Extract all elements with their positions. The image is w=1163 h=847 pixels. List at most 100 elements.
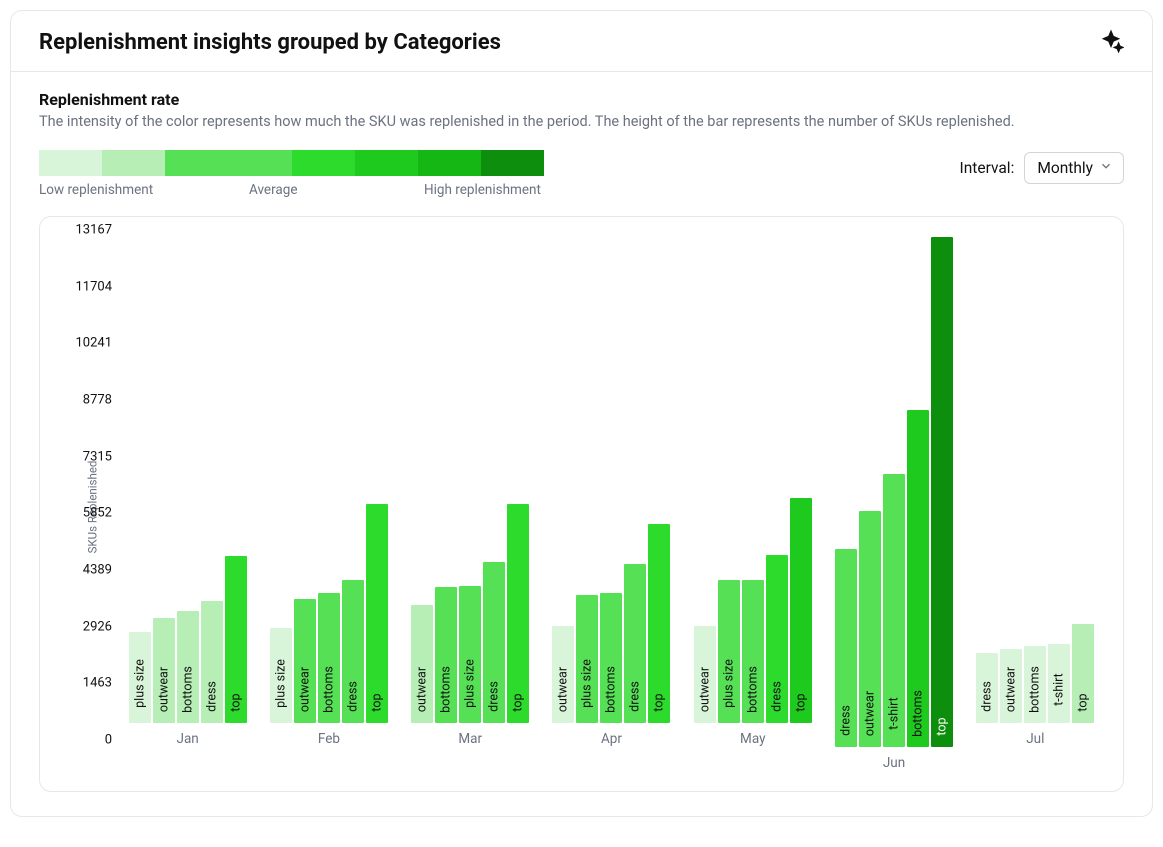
bars-group: dress outwear t-shirt bottoms top	[828, 237, 959, 747]
bars-group: plus size outwear bottoms dress top	[122, 237, 253, 723]
bars-group: outwear plus size bottoms dresstop	[546, 237, 677, 723]
bar-label: top	[511, 693, 526, 711]
bar[interactable]: top	[225, 556, 247, 723]
bar[interactable]: top	[1072, 624, 1094, 723]
month-group: plus sizeoutwearbottomsdresstopJan	[122, 237, 253, 747]
bar[interactable]: outwear	[694, 626, 716, 723]
bar-label: dress	[839, 705, 854, 736]
bar[interactable]: outwear	[1000, 649, 1022, 723]
bar-label: top	[793, 693, 808, 711]
section-subtitle: Replenishment rate	[39, 90, 1124, 109]
bar[interactable]: top	[366, 504, 388, 723]
bar-label: t-shirt	[1052, 674, 1067, 707]
bar-label: bottoms	[1028, 666, 1043, 713]
bar[interactable]: top	[648, 524, 670, 723]
bar[interactable]: dress	[342, 580, 364, 723]
bar[interactable]: plus size	[129, 632, 151, 723]
bar-label: dress	[769, 681, 784, 712]
legend-swatch	[481, 150, 544, 176]
bar-label: plus size	[580, 659, 595, 708]
legend-swatch	[418, 150, 481, 176]
legend-swatch	[165, 150, 228, 176]
bar[interactable]: dress	[976, 653, 998, 723]
bar-label: outwear	[697, 667, 712, 712]
chart-plot: plus sizeoutwearbottomsdresstopJanplus s…	[118, 237, 1105, 747]
chevron-down-icon	[1099, 159, 1113, 177]
bar-label: top	[228, 693, 243, 711]
bar[interactable]: plus size	[576, 595, 598, 723]
bar[interactable]: t-shirt	[1048, 644, 1070, 723]
y-tick: 0	[105, 733, 112, 748]
bar-label: dress	[980, 681, 995, 712]
bar-label: bottoms	[745, 666, 760, 713]
bar[interactable]: top	[507, 504, 529, 723]
bar[interactable]: bottoms	[600, 593, 622, 723]
bar[interactable]: plus size	[718, 580, 740, 723]
month-label: Mar	[458, 731, 482, 747]
bar-label: outwear	[863, 691, 878, 736]
bar[interactable]: bottoms	[1024, 646, 1046, 723]
bar[interactable]: plus size	[459, 586, 481, 724]
bar-label: outwear	[415, 667, 430, 712]
bars-group: plus sizeoutwearbottoms dress top	[263, 237, 394, 723]
bar[interactable]: bottoms	[318, 593, 340, 723]
chart-container: SKUs Replenished 01463292643895852731587…	[39, 216, 1124, 792]
month-label: Jun	[883, 755, 905, 771]
bar[interactable]: top	[790, 498, 812, 723]
legend-swatch	[292, 150, 355, 176]
month-group: outwear plus size bottoms dresstop Apr	[546, 237, 677, 747]
bar[interactable]: outwear	[153, 618, 175, 723]
month-label: Apr	[601, 731, 622, 747]
bar[interactable]: outwear	[552, 626, 574, 723]
bar[interactable]: bottoms	[435, 587, 457, 723]
sparkle-icon[interactable]	[1098, 29, 1124, 55]
card-header: Replenishment insights grouped by Catego…	[11, 11, 1152, 72]
months-row: plus sizeoutwearbottomsdresstopJanplus s…	[118, 237, 1105, 747]
bar-label: plus size	[463, 659, 478, 708]
interval-label: Interval:	[960, 159, 1015, 177]
bar[interactable]: outwear	[411, 605, 433, 723]
bar-label: top	[1076, 693, 1091, 711]
bar[interactable]: plus size	[270, 628, 292, 723]
card-body: Replenishment rate The intensity of the …	[11, 72, 1152, 816]
bar-label: dress	[204, 681, 219, 712]
bar[interactable]: t-shirt	[883, 474, 905, 747]
bar-label: bottoms	[911, 690, 926, 737]
bar[interactable]: outwear	[859, 511, 881, 747]
bars-group: dress outwear bottoms t-shirt top	[970, 237, 1101, 723]
legend-swatch	[355, 150, 418, 176]
legend-labels: Low replenishment Average High replenish…	[39, 182, 574, 198]
y-tick: 1463	[83, 676, 112, 691]
interval-block: Interval: Monthly	[960, 152, 1124, 184]
bar-label: outwear	[156, 667, 171, 712]
bar-label: bottoms	[439, 666, 454, 713]
bar-label: dress	[345, 681, 360, 712]
bar-label: t-shirt	[887, 698, 902, 731]
bar-label: bottoms	[180, 666, 195, 713]
month-label: Feb	[318, 731, 340, 747]
bar[interactable]: bottoms	[177, 611, 199, 723]
bar-label: bottoms	[604, 666, 619, 713]
bar[interactable]: dress	[624, 564, 646, 723]
bar[interactable]: top	[931, 237, 953, 747]
controls-row: Low replenishment Average High replenish…	[39, 150, 1124, 198]
month-label: May	[740, 731, 765, 747]
bar[interactable]: bottoms	[907, 410, 929, 747]
bar[interactable]: dress	[766, 555, 788, 723]
y-tick: 2926	[83, 619, 112, 634]
legend-high: High replenishment	[424, 182, 541, 198]
bar-label: outwear	[556, 667, 571, 712]
legend-block: Low replenishment Average High replenish…	[39, 150, 574, 198]
y-tick: 8778	[83, 393, 112, 408]
bar-label: top	[935, 717, 950, 735]
bar[interactable]: outwear	[294, 599, 316, 723]
bar[interactable]: dress	[201, 601, 223, 723]
y-tick: 13167	[75, 223, 112, 238]
legend-avg: Average	[249, 182, 424, 198]
bar[interactable]: dress	[483, 562, 505, 723]
bar[interactable]: dress	[835, 549, 857, 747]
month-group: dressoutwearbottomst-shirttopJul	[970, 237, 1101, 747]
interval-select[interactable]: Monthly	[1024, 152, 1124, 184]
bar[interactable]: bottoms	[742, 580, 764, 723]
chart-area: SKUs Replenished 01463292643895852731587…	[48, 237, 1105, 777]
